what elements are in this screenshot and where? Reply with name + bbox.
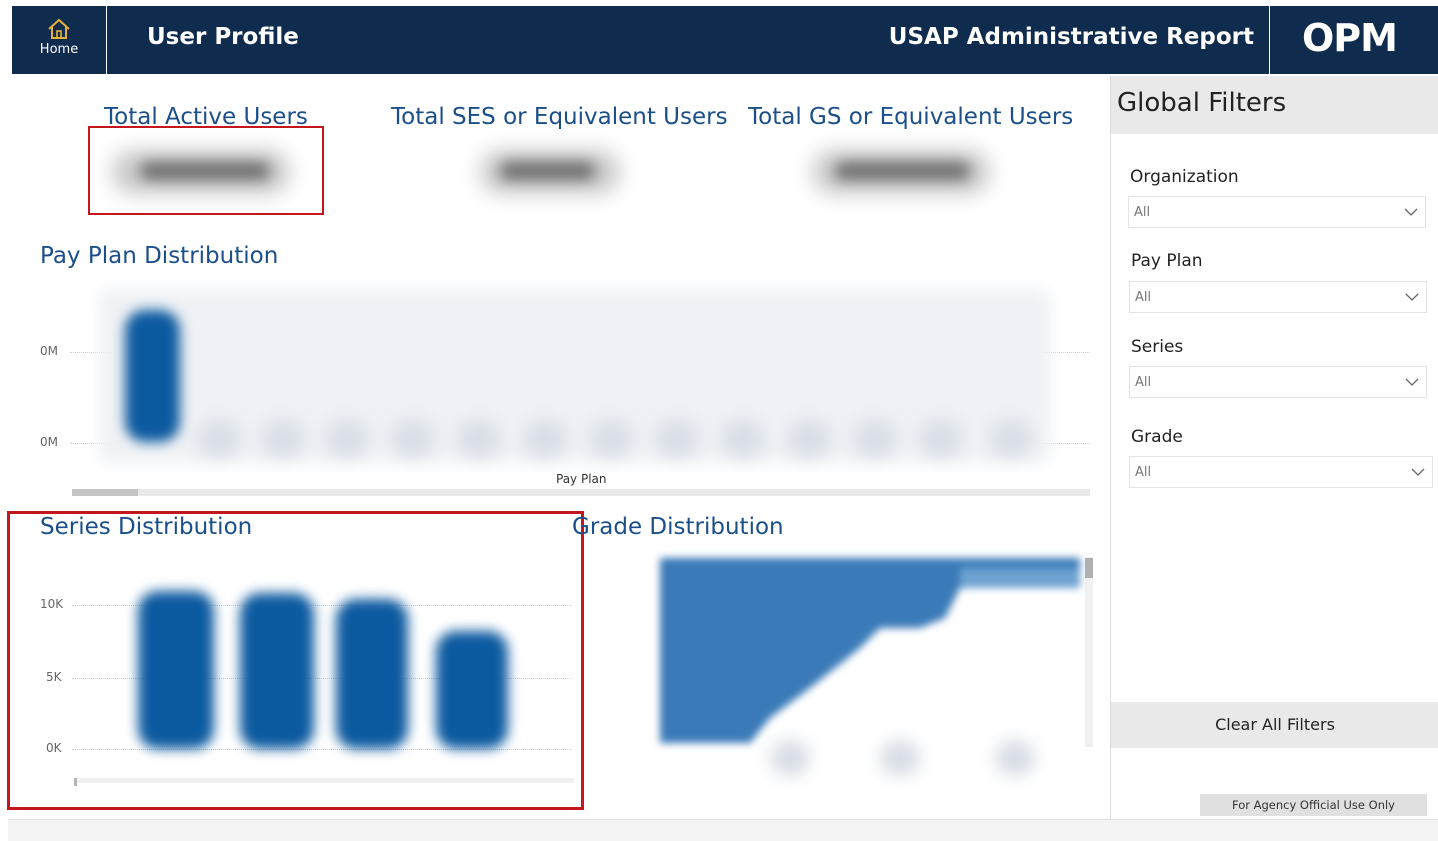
top-header: Home User Profile USAP Administrative Re… [12,6,1438,74]
grade-dropdown[interactable]: All [1129,456,1433,488]
filter-label-pay-plan: Pay Plan [1131,251,1203,271]
kpi-title-total-gs-users: Total GS or Equivalent Users [748,104,1074,130]
grade-dropdown-value: All [1135,465,1152,480]
series-dropdown[interactable]: All [1129,366,1427,398]
filter-label-series: Series [1131,337,1184,357]
chevron-down-icon [1405,293,1419,301]
series-bar[interactable] [336,599,408,749]
organization-dropdown[interactable]: All [1128,196,1426,228]
kpi-value-total-gs-users-redacted [835,162,970,180]
pay-plan-bar[interactable] [198,420,240,458]
pay-plan-scrollbar[interactable] [72,489,1090,496]
pay-plan-bar[interactable] [788,420,830,458]
pay-plan-y-tick: 0M [40,344,58,358]
series-bar[interactable] [240,593,314,749]
series-gridline [72,749,572,750]
pay-plan-bar[interactable] [854,420,896,458]
grade-scrollbar[interactable] [1085,557,1093,747]
pay-plan-bar[interactable] [262,420,304,458]
pay-plan-bar[interactable] [990,420,1032,458]
grade-faint-mark [995,740,1035,776]
home-button[interactable]: Home [12,6,107,74]
grade-distribution-chart [660,558,1080,743]
series-bar[interactable] [436,630,508,749]
kpi-title-total-ses-users: Total SES or Equivalent Users [391,104,728,130]
series-dropdown-value: All [1135,375,1152,390]
pay-plan-bar[interactable] [458,420,500,458]
grade-faint-mark [770,740,810,776]
series-y-tick: 0K [46,741,62,755]
series-y-tick: 10K [40,597,64,611]
series-y-tick: 5K [46,670,62,684]
opm-logo: OPM [1302,16,1398,60]
kpi-value-total-ses-users-redacted [500,162,595,180]
header-divider [1269,6,1270,74]
filter-label-organization: Organization [1130,167,1239,187]
pay-plan-plot-area [100,290,1050,462]
grade-area-highlight [960,568,1080,588]
global-filters-panel: Global Filters Organization All Pay Plan… [1110,76,1438,821]
global-filters-header: Global Filters [1111,76,1438,134]
page-title: User Profile [147,24,299,50]
series-bar[interactable] [138,590,214,749]
pay-plan-dropdown[interactable]: All [1129,281,1427,313]
agency-use-footnote: For Agency Official Use Only [1200,794,1427,816]
pay-plan-x-axis-label: Pay Plan [556,472,607,486]
pay-plan-dropdown-value: All [1135,290,1152,305]
bottom-status-bar [8,819,1438,841]
pay-plan-bar[interactable] [920,420,962,458]
home-icon [48,18,70,39]
report-title: USAP Administrative Report [888,24,1254,50]
grade-distribution-title: Grade Distribution [572,514,784,540]
pay-plan-bar[interactable] [656,420,698,458]
pay-plan-bar[interactable] [722,420,764,458]
global-filters-title: Global Filters [1117,88,1287,118]
series-distribution-title: Series Distribution [40,514,253,540]
home-label: Home [39,42,79,57]
pay-plan-y-tick: 0M [40,435,58,449]
series-scrollbar-thumb[interactable] [74,778,77,786]
pay-plan-bar[interactable] [524,420,566,458]
filter-label-grade: Grade [1131,427,1183,447]
clear-all-filters-button[interactable]: Clear All Filters [1111,702,1438,748]
grade-faint-mark [880,740,920,776]
pay-plan-scrollbar-thumb[interactable] [72,489,138,496]
chevron-down-icon [1405,378,1419,386]
pay-plan-bar[interactable] [590,420,632,458]
chevron-down-icon [1411,468,1425,476]
organization-dropdown-value: All [1134,205,1151,220]
chevron-down-icon [1404,208,1418,216]
grade-scrollbar-thumb[interactable] [1085,558,1093,578]
pay-plan-bar[interactable] [125,310,180,442]
kpi-highlight-box [88,126,324,215]
pay-plan-distribution-title: Pay Plan Distribution [40,243,279,269]
pay-plan-bar[interactable] [326,420,368,458]
series-scrollbar[interactable] [74,778,574,783]
pay-plan-bar[interactable] [392,420,434,458]
